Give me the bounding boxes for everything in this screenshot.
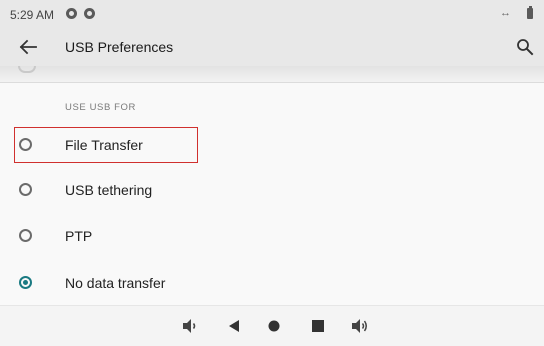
radio-button[interactable] (19, 183, 32, 196)
status-bar: 5:29 AM ↔ (0, 0, 544, 28)
arrow-back-icon (19, 39, 37, 55)
home-circle-icon (268, 320, 280, 332)
option-label: PTP (65, 228, 93, 244)
search-button[interactable] (512, 34, 538, 60)
option-file-transfer[interactable]: File Transfer (0, 124, 544, 168)
app-bar-shadow (0, 66, 544, 83)
radio-button[interactable] (19, 229, 32, 242)
radio-button[interactable] (19, 138, 32, 151)
sync-arrows-icon: ↔ (500, 7, 511, 19)
section-header: USE USB FOR (65, 102, 136, 113)
option-label: File Transfer (65, 137, 143, 153)
g-circle-icon (84, 8, 95, 19)
app-bar: USB Preferences (0, 28, 544, 66)
option-usb-tethering[interactable]: USB tethering (0, 169, 544, 213)
search-icon (517, 39, 534, 56)
option-label: No data transfer (65, 275, 166, 291)
nav-bar (0, 305, 544, 346)
back-triangle-icon (229, 320, 239, 332)
volume-up-button[interactable] (349, 316, 371, 336)
status-time: 5:29 AM (10, 8, 55, 22)
page-title: USB Preferences (65, 39, 174, 55)
home-nav-button[interactable] (263, 316, 285, 336)
recents-square-icon (312, 320, 324, 332)
option-label: USB tethering (65, 182, 153, 198)
g-circle-icon (66, 8, 77, 19)
radio-button-checked[interactable] (19, 276, 32, 289)
volume-down-button[interactable] (179, 316, 201, 336)
battery-icon (527, 6, 533, 19)
volume-down-icon (183, 319, 196, 333)
recents-nav-button[interactable] (307, 316, 329, 336)
option-ptp[interactable]: PTP (0, 215, 544, 259)
back-button[interactable] (15, 34, 41, 60)
back-nav-button[interactable] (223, 316, 245, 336)
option-no-data-transfer[interactable]: No data transfer (0, 262, 544, 306)
volume-up-icon (352, 319, 367, 333)
